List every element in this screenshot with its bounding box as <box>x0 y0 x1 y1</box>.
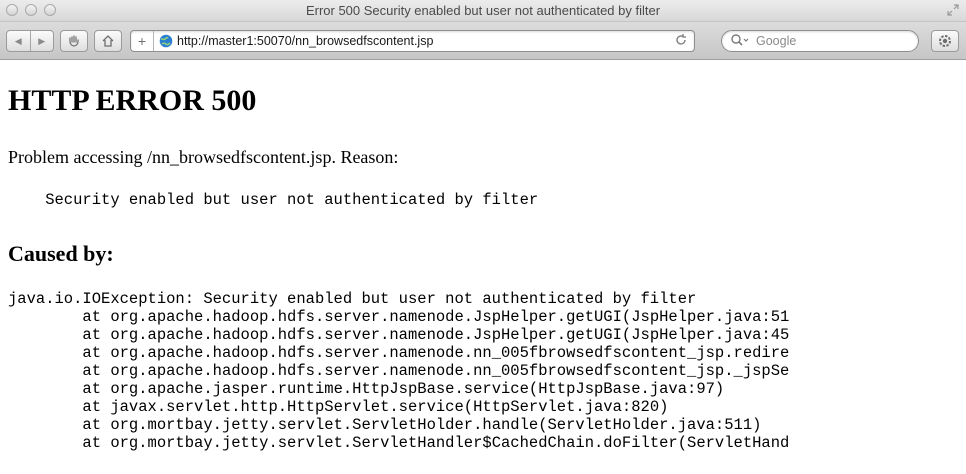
stack-line: at org.mortbay.jetty.servlet.ServletHold… <box>8 416 762 434</box>
stack-line: at org.apache.hadoop.hdfs.server.namenod… <box>8 344 790 362</box>
error-heading: HTTP ERROR 500 <box>8 84 257 117</box>
url-text[interactable]: http://master1:50070/nn_browsedfscontent… <box>177 34 433 48</box>
stack-trace: java.io.IOException: Security enabled bu… <box>8 290 789 452</box>
reason-text: Security enabled but user not authentica… <box>8 191 539 209</box>
forward-button[interactable]: ▶ <box>29 31 54 51</box>
stack-line: at javax.servlet.http.HttpServlet.servic… <box>8 398 669 416</box>
home-button[interactable] <box>94 30 122 52</box>
address-bar[interactable]: + http://master1:50070/nn_browsedfsconte… <box>130 30 695 52</box>
reload-icon[interactable] <box>675 33 687 50</box>
stack-line: at org.apache.hadoop.hdfs.server.namenod… <box>8 308 790 326</box>
stack-line: at org.apache.hadoop.hdfs.server.namenod… <box>8 362 790 380</box>
globe-icon <box>159 34 173 48</box>
search-field[interactable] <box>721 30 919 52</box>
stack-line: java.io.IOException: Security enabled bu… <box>8 290 697 308</box>
stack-line: at org.apache.hadoop.hdfs.server.namenod… <box>8 326 790 344</box>
problem-text: Problem accessing /nn_browsedfscontent.j… <box>8 147 399 167</box>
stack-line: at org.mortbay.jetty.servlet.ServletHand… <box>8 434 790 452</box>
stack-line: at org.apache.jasper.runtime.HttpJspBase… <box>8 380 725 398</box>
reader-icon <box>69 35 79 47</box>
browser-toolbar: ◀ ▶ + http://master1:50070/nn_browsedfsc… <box>0 22 966 60</box>
settings-icon <box>939 35 951 47</box>
window-title: Error 500 Security enabled but user not … <box>305 3 661 18</box>
page-content: HTTP ERROR 500 Problem accessing /nn_bro… <box>0 61 966 474</box>
back-icon: ◀ <box>14 35 22 46</box>
back-button[interactable]: ◀ <box>7 31 30 51</box>
forward-icon: ▶ <box>38 35 46 46</box>
add-bookmark-icon[interactable]: + <box>131 31 154 51</box>
settings-button[interactable] <box>931 30 959 52</box>
fullscreen-icon[interactable] <box>947 4 959 16</box>
title-bar: Error 500 Security enabled but user not … <box>0 0 966 22</box>
reader-button[interactable] <box>60 30 88 52</box>
search-input[interactable] <box>756 33 906 49</box>
search-icon[interactable] <box>730 33 750 50</box>
home-icon <box>102 35 114 47</box>
caused-by-heading: Caused by: <box>8 241 114 266</box>
back-forward-buttons: ◀ ▶ <box>6 30 54 52</box>
